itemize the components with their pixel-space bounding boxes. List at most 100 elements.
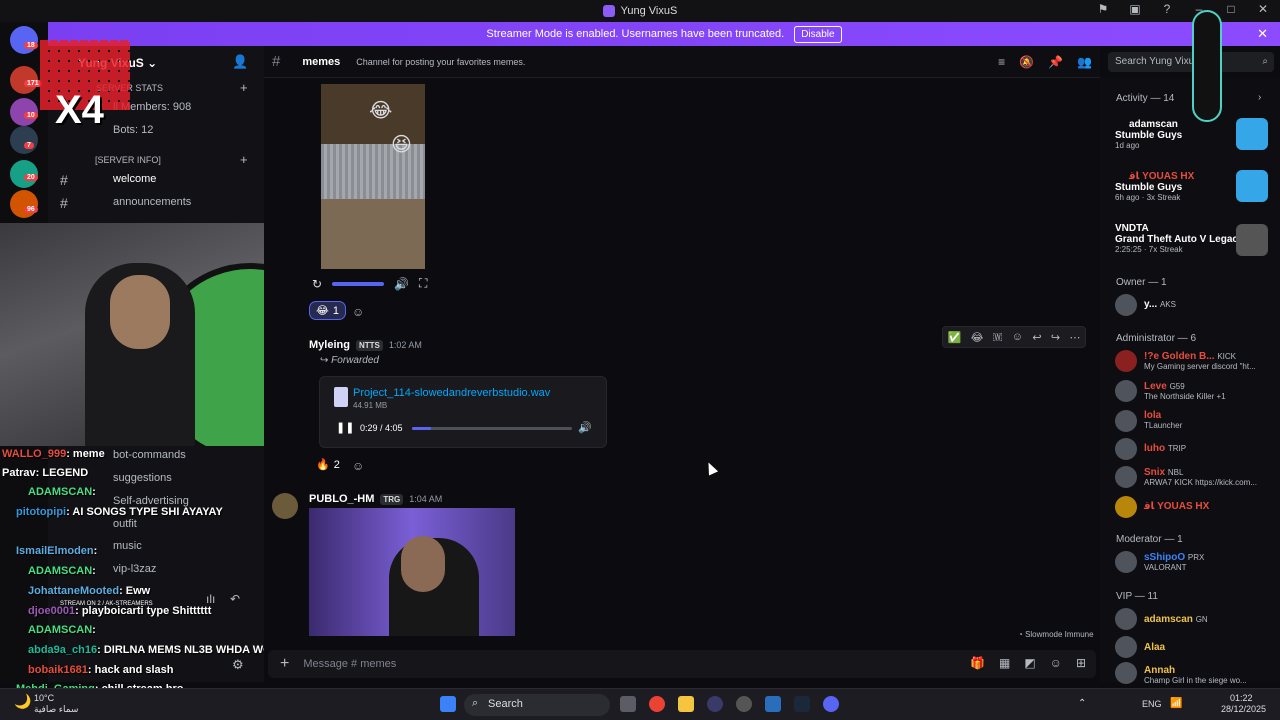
laugh-reaction-icon[interactable]: 😂 (971, 331, 984, 344)
avatar[interactable] (272, 493, 298, 519)
mute-icon[interactable]: 🔕 (1019, 55, 1034, 69)
stat-bots[interactable]: Bots: 12 (113, 124, 153, 136)
language-indicator[interactable]: ENG (1142, 699, 1162, 709)
tray-chevron-icon[interactable]: ⌃ (1078, 698, 1086, 709)
weather-icon[interactable]: 🌙 (14, 693, 31, 710)
avatar[interactable] (1115, 350, 1137, 372)
activity-item[interactable]: ﺎﻗ YOUAS HX Stumble Guys 6h ago · 3x Strea… (1115, 171, 1194, 202)
member-row[interactable]: adamscan GN (1144, 614, 1208, 625)
discord-icon[interactable] (823, 696, 839, 712)
audio-seek-bar[interactable] (412, 427, 572, 430)
member-row[interactable]: Snix NBL ARWA7 KICK https://kick.com... (1144, 467, 1257, 487)
volume-icon[interactable]: 🔊 (578, 421, 592, 434)
message-author[interactable]: PUBLO_-HM TRG 1:04 AM (309, 493, 442, 505)
replay-icon[interactable]: ↻ (312, 277, 322, 291)
task-view-icon[interactable] (620, 696, 636, 712)
maximize-button[interactable]: □ (1222, 2, 1240, 16)
reply-icon[interactable]: ↩ (1032, 331, 1041, 344)
video-attachment[interactable] (309, 508, 515, 636)
chrome-icon[interactable] (649, 696, 665, 712)
obs-icon[interactable] (736, 696, 752, 712)
screen-share-icon[interactable]: ▣ (1126, 2, 1144, 16)
photos-icon[interactable] (765, 696, 781, 712)
more-icon[interactable]: ⋯ (1069, 331, 1080, 344)
member-row[interactable]: y... AKS (1144, 299, 1176, 310)
activity-item[interactable]: adamscan Stumble Guys 1d ago (1115, 119, 1182, 150)
avatar[interactable] (1115, 466, 1137, 488)
add-channel-icon[interactable]: + (240, 152, 248, 167)
discord-home-icon[interactable] (10, 26, 38, 54)
fullscreen-icon[interactable]: ⛶ (419, 276, 427, 291)
avatar[interactable] (1115, 496, 1137, 518)
video-attachment[interactable]: 😂 😆 (321, 84, 425, 269)
add-channel-icon[interactable]: + (240, 80, 248, 95)
member-row[interactable]: Leve G59 The Northside Killer +1 (1144, 381, 1226, 401)
member-row[interactable]: sShipoO PRX VALORANT (1144, 552, 1204, 572)
speaker-icon[interactable]: 🔊 (394, 277, 409, 291)
help-icon[interactable]: ? (1158, 2, 1176, 16)
member-row[interactable]: Annah Champ Girl in the siege wo... (1144, 665, 1247, 685)
volume-bar[interactable] (332, 281, 385, 286)
message-author[interactable]: Myleing NTTS 1:02 AM (309, 339, 422, 351)
check-reaction-icon[interactable]: ✅ (948, 331, 962, 344)
server-icon[interactable] (10, 190, 38, 218)
clock-time[interactable]: 01:22 (1230, 693, 1253, 703)
add-reaction-icon[interactable]: ☺ (352, 305, 364, 319)
avatar[interactable] (1115, 608, 1137, 630)
member-row[interactable]: luho TRIP (1144, 443, 1186, 454)
inbox-icon[interactable]: ⚑ (1094, 2, 1112, 16)
windows-start-icon[interactable] (440, 696, 456, 712)
member-row[interactable]: lola TLauncher (1144, 410, 1182, 430)
member-row[interactable]: Alaa (1144, 642, 1165, 653)
close-button[interactable]: ✕ (1254, 2, 1272, 16)
server-icon[interactable] (10, 126, 38, 154)
plus-icon[interactable]: + (280, 655, 289, 673)
message-composer[interactable]: + Message # memes 🎁 ▦ ◩ ☺ ⊞ (268, 650, 1096, 678)
emoji-icon[interactable]: ☺ (1050, 656, 1062, 670)
reaction-fire[interactable]: 🔥 2 (309, 455, 347, 474)
avatar[interactable] (1115, 636, 1137, 658)
reaction-laughing[interactable]: 😂 1 (309, 301, 346, 320)
threads-icon[interactable]: ≡ (998, 55, 1005, 69)
gif-icon[interactable]: ▦ (999, 656, 1010, 670)
category-server-info[interactable]: [SERVER INFO] (95, 155, 161, 165)
steam-icon[interactable] (794, 696, 810, 712)
search-input[interactable]: Search Yung VixuS ⌕ (1108, 52, 1274, 72)
add-reaction-icon[interactable]: ☺ (352, 459, 364, 473)
pin-icon[interactable]: 📌 (1048, 55, 1063, 69)
multiplier-overlay: X4 (55, 88, 104, 132)
gift-icon[interactable]: 🎁 (970, 656, 985, 670)
forward-icon[interactable]: ↪ (1051, 331, 1060, 344)
chevron-right-icon[interactable]: › (1258, 92, 1261, 103)
channel-announcements[interactable]: announcements (113, 196, 191, 208)
clock-date[interactable]: 28/12/2025 (1221, 704, 1266, 714)
avatar[interactable] (1115, 551, 1137, 573)
w-reaction-icon[interactable]: 🇼 (993, 331, 1003, 344)
pause-button[interactable]: ❚❚ (336, 421, 354, 434)
wifi-icon[interactable]: 📶 (1170, 698, 1182, 709)
avatar[interactable] (1115, 438, 1137, 460)
app-icon[interactable] (707, 696, 723, 712)
message-input[interactable]: Message # memes (303, 658, 396, 670)
file-name-link[interactable]: Project_114-slowedandreverbstudio.wav (353, 387, 550, 399)
sticker-icon[interactable]: ◩ (1024, 656, 1035, 670)
weather-temp[interactable]: 10°C (34, 693, 54, 703)
invite-icon[interactable]: 👤 (232, 54, 248, 70)
taskbar-search[interactable]: ⌕ Search (464, 694, 610, 716)
file-explorer-icon[interactable] (678, 696, 694, 712)
channel-welcome[interactable]: welcome (113, 173, 156, 185)
avatar[interactable] (1115, 410, 1137, 432)
avatar[interactable] (1115, 380, 1137, 402)
member-row[interactable]: !?e Golden B... KICK My Gaming server dis… (1144, 351, 1256, 371)
avatar[interactable] (1115, 294, 1137, 316)
add-reaction-icon[interactable]: ☺ (1012, 331, 1023, 343)
member-row[interactable]: ﺎﻗ YOUAS HX (1144, 501, 1209, 512)
activity-item[interactable]: VNDTA Grand Theft Auto V Legacy 2:25:25 · … (1115, 223, 1244, 254)
avatar[interactable] (1115, 662, 1137, 684)
close-icon[interactable]: ✕ (1257, 26, 1268, 42)
channel-topic[interactable]: Channel for posting your favorites memes… (356, 57, 525, 67)
weather-desc[interactable]: سماء صافية (34, 704, 78, 715)
disable-button[interactable]: Disable (794, 25, 842, 43)
apps-icon[interactable]: ⊞ (1076, 656, 1086, 670)
member-list-icon[interactable]: 👥 (1077, 55, 1092, 69)
